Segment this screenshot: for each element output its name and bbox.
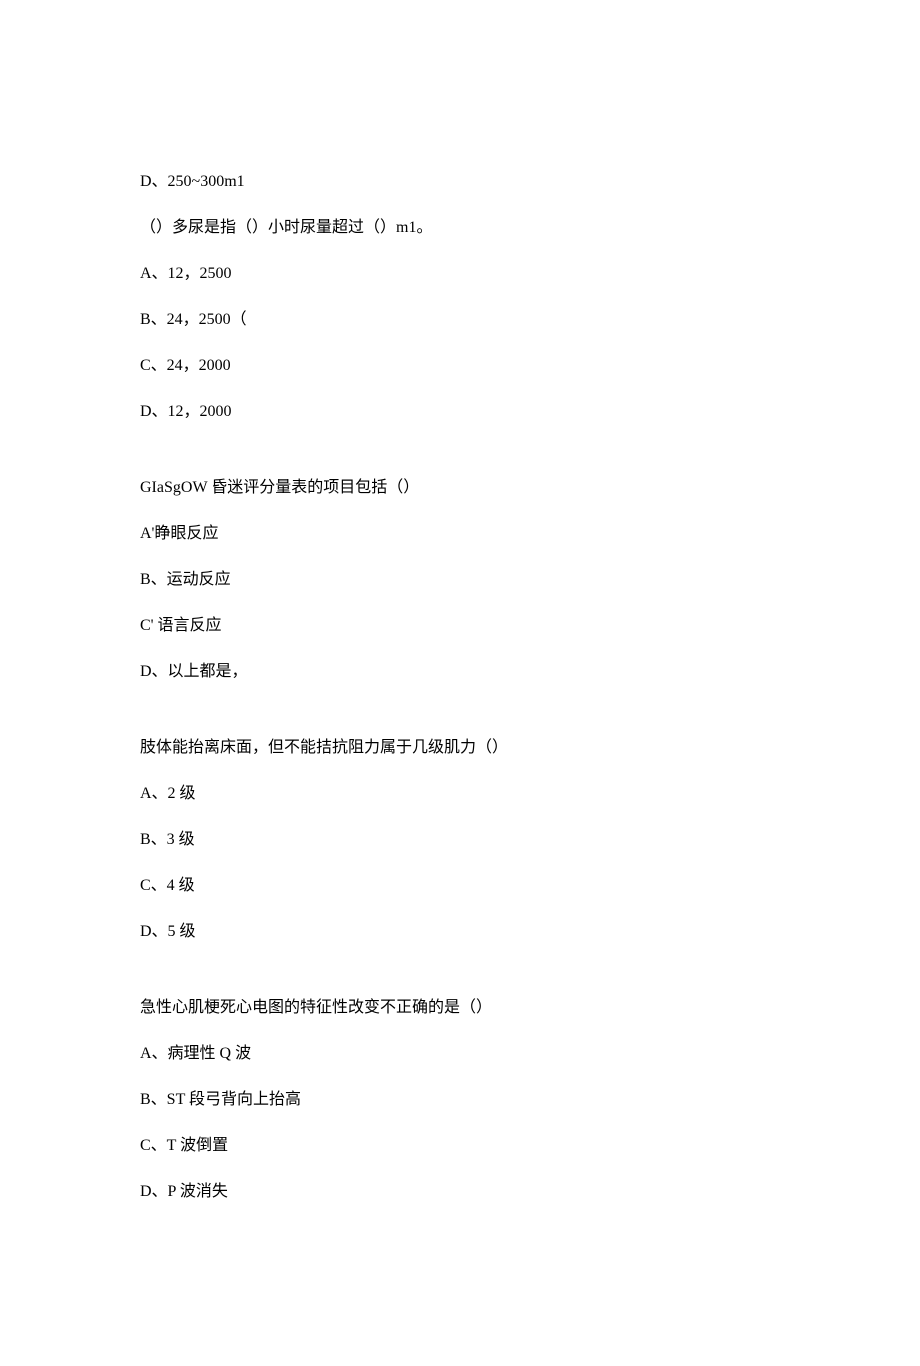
option-text: D、P 波消失 <box>140 1180 780 1204</box>
option-text: A、2 级 <box>140 782 780 806</box>
option-text: B、ST 段弓背向上抬高 <box>140 1088 780 1112</box>
block-gap <box>140 966 780 996</box>
question-stem: 急性心肌梗死心电图的特征性改变不正确的是（） <box>140 996 780 1020</box>
option-text: B、24，2500（ <box>140 308 780 332</box>
option-text: A、病理性 Q 波 <box>140 1042 780 1066</box>
option-text: D、以上都是， <box>140 660 780 684</box>
option-text: D、250~300m1 <box>140 170 780 194</box>
option-text: D、12，2000 <box>140 400 780 424</box>
option-text: C、T 波倒置 <box>140 1134 780 1158</box>
document-page: D、250~300m1 （）多尿是指（）小时尿量超过（）m1。 A、12，250… <box>0 0 920 1366</box>
block-gap <box>140 446 780 476</box>
option-text: A'睁眼反应 <box>140 522 780 546</box>
option-text: C、4 级 <box>140 874 780 898</box>
option-text: C、24，2000 <box>140 354 780 378</box>
block-gap <box>140 706 780 736</box>
question-stem: （）多尿是指（）小时尿量超过（）m1。 <box>140 216 780 240</box>
option-text: A、12，2500 <box>140 262 780 286</box>
option-text: C' 语言反应 <box>140 614 780 638</box>
question-stem: GIaSgOW 昏迷评分量表的项目包括（） <box>140 476 780 500</box>
option-text: B、运动反应 <box>140 568 780 592</box>
option-text: B、3 级 <box>140 828 780 852</box>
question-stem: 肢体能抬离床面，但不能拮抗阻力属于几级肌力（） <box>140 736 780 760</box>
option-text: D、5 级 <box>140 920 780 944</box>
